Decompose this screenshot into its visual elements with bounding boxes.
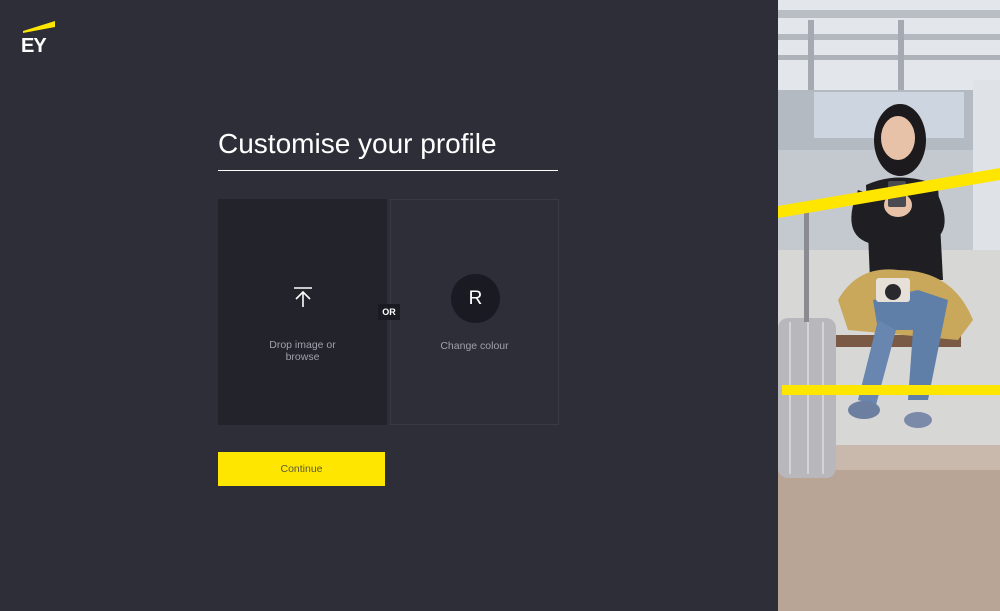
change-colour-option[interactable]: R Change colour [390,199,559,425]
airport-photo-image [778,0,1000,611]
upload-arrow-icon [294,287,312,307]
change-colour-label: Change colour [440,340,509,352]
avatar: R [451,274,500,323]
upload-image-dropzone[interactable]: Drop image or browse [218,199,387,425]
or-separator: OR [378,304,400,320]
profile-setup-page: EY Customise your profile Drop image or … [0,0,1000,611]
hero-photo [778,0,1000,611]
content-panel: EY Customise your profile Drop image or … [0,0,778,611]
continue-button[interactable]: Continue [218,452,385,486]
logo-text: EY [21,35,47,57]
upload-label: Drop image or browse [269,339,336,363]
ey-logo: EY [21,21,57,57]
title-divider [218,170,558,171]
page-title: Customise your profile [218,128,497,159]
